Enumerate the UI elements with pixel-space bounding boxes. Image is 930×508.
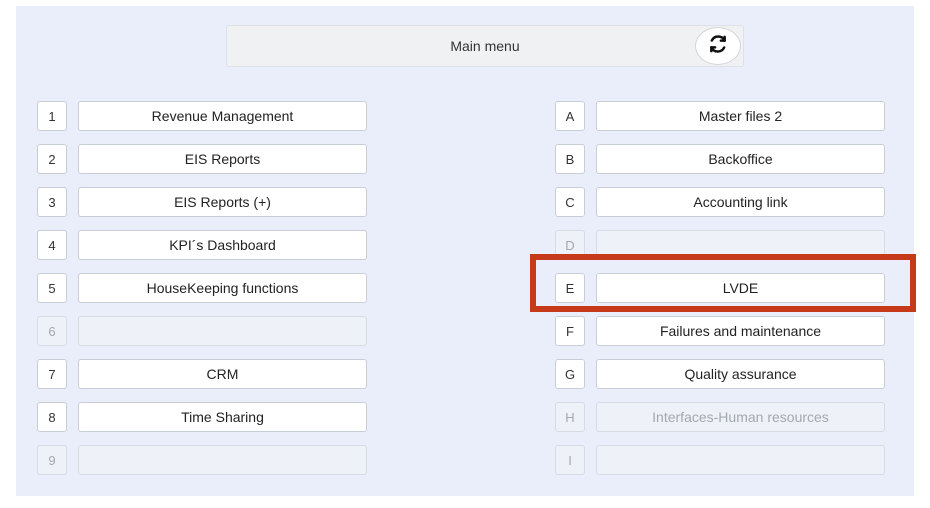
menu-label[interactable]: EIS Reports (+) (78, 187, 367, 217)
menu-item-8[interactable]: 8 Time Sharing (37, 402, 367, 432)
menu-item-h: H Interfaces-Human resources (555, 402, 885, 432)
menu-key: 6 (37, 316, 67, 346)
menu-label[interactable]: EIS Reports (78, 144, 367, 174)
menu-item-4[interactable]: 4 KPI´s Dashboard (37, 230, 367, 260)
menu-key[interactable]: A (555, 101, 585, 131)
menu-key: 9 (37, 445, 67, 475)
menu-label[interactable]: HouseKeeping functions (78, 273, 367, 303)
menu-label[interactable]: Master files 2 (596, 101, 885, 131)
menu-key[interactable]: F (555, 316, 585, 346)
main-menu-header: Main menu (226, 25, 744, 67)
menu-label[interactable]: Time Sharing (78, 402, 367, 432)
menu-item-c[interactable]: C Accounting link (555, 187, 885, 217)
menu-key[interactable]: B (555, 144, 585, 174)
menu-label[interactable]: KPI´s Dashboard (78, 230, 367, 260)
menu-label[interactable]: Quality assurance (596, 359, 885, 389)
menu-item-2[interactable]: 2 EIS Reports (37, 144, 367, 174)
menu-key[interactable]: 3 (37, 187, 67, 217)
menu-label (78, 316, 367, 346)
menu-key[interactable]: 5 (37, 273, 67, 303)
menu-key[interactable]: G (555, 359, 585, 389)
menu-item-a[interactable]: A Master files 2 (555, 101, 885, 131)
menu-item-9: 9 (37, 445, 367, 475)
menu-label: Interfaces-Human resources (596, 402, 885, 432)
menu-item-1[interactable]: 1 Revenue Management (37, 101, 367, 131)
menu-key[interactable]: 8 (37, 402, 67, 432)
menu-key: I (555, 445, 585, 475)
menu-key: H (555, 402, 585, 432)
menu-label[interactable]: Backoffice (596, 144, 885, 174)
menu-item-6: 6 (37, 316, 367, 346)
menu-label[interactable]: Failures and maintenance (596, 316, 885, 346)
menu-item-i: I (555, 445, 885, 475)
menu-key[interactable]: C (555, 187, 585, 217)
menu-label[interactable]: Accounting link (596, 187, 885, 217)
menu-item-7[interactable]: 7 CRM (37, 359, 367, 389)
page-title: Main menu (450, 38, 520, 54)
menu-item-g[interactable]: G Quality assurance (555, 359, 885, 389)
menu-item-3[interactable]: 3 EIS Reports (+) (37, 187, 367, 217)
menu-item-f[interactable]: F Failures and maintenance (555, 316, 885, 346)
menu-key[interactable]: 1 (37, 101, 67, 131)
menu-key[interactable]: 4 (37, 230, 67, 260)
menu-key[interactable]: 7 (37, 359, 67, 389)
refresh-icon (708, 34, 728, 59)
menu-label (596, 445, 885, 475)
menu-key[interactable]: 2 (37, 144, 67, 174)
menu-item-b[interactable]: B Backoffice (555, 144, 885, 174)
refresh-button[interactable] (695, 27, 741, 65)
menu-label[interactable]: Revenue Management (78, 101, 367, 131)
menu-item-5[interactable]: 5 HouseKeeping functions (37, 273, 367, 303)
menu-label (78, 445, 367, 475)
highlight-box (530, 254, 916, 312)
menu-label[interactable]: CRM (78, 359, 367, 389)
